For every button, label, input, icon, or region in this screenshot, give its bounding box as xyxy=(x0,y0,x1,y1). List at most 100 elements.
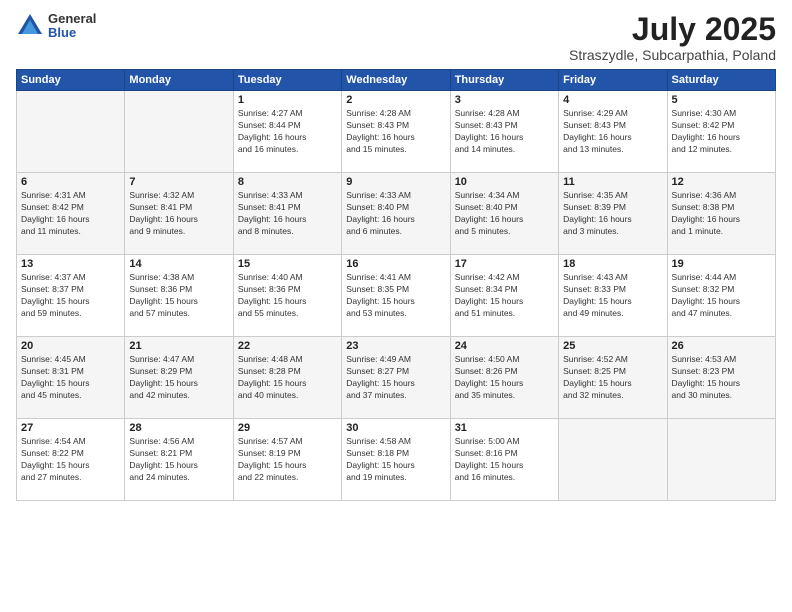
calendar-week-row: 13Sunrise: 4:37 AM Sunset: 8:37 PM Dayli… xyxy=(17,255,776,337)
table-row: 9Sunrise: 4:33 AM Sunset: 8:40 PM Daylig… xyxy=(342,173,450,255)
location-subtitle: Straszydle, Subcarpathia, Poland xyxy=(569,47,776,63)
day-number: 1 xyxy=(238,94,337,106)
table-row xyxy=(559,419,667,501)
day-number: 9 xyxy=(346,176,445,188)
day-number: 4 xyxy=(563,94,662,106)
table-row: 11Sunrise: 4:35 AM Sunset: 8:39 PM Dayli… xyxy=(559,173,667,255)
header-tuesday: Tuesday xyxy=(233,70,341,91)
day-info: Sunrise: 4:37 AM Sunset: 8:37 PM Dayligh… xyxy=(21,272,120,320)
table-row: 14 Sunrise: 4:38 AM Sunset: 8:36 PM Dayli… xyxy=(125,255,233,337)
header: General Blue July 2025 Straszydle, Subca… xyxy=(16,12,776,63)
month-title: July 2025 xyxy=(569,12,776,47)
calendar-week-row: 20Sunrise: 4:45 AM Sunset: 8:31 PM Dayli… xyxy=(17,337,776,419)
calendar-week-row: 1Sunrise: 4:27 AM Sunset: 8:44 PM Daylig… xyxy=(17,91,776,173)
day-number: 8 xyxy=(238,176,337,188)
table-row: 4 Sunrise: 4:29 AM Sunset: 8:43 PM Daylig… xyxy=(559,91,667,173)
page: General Blue July 2025 Straszydle, Subca… xyxy=(0,0,792,612)
day-number: 29 xyxy=(238,422,337,434)
table-row: 31 Sunrise: 5:00 AM Sunset: 8:16 PM Dayli… xyxy=(450,419,558,501)
day-info: Sunrise: 4:44 AM Sunset: 8:32 PM Dayligh… xyxy=(672,272,771,320)
table-row: 24 Sunrise: 4:50 AM Sunset: 8:26 PM Dayli… xyxy=(450,337,558,419)
day-info: Sunrise: 4:30 AM Sunset: 8:42 PM Dayligh… xyxy=(672,108,771,156)
day-info: Sunrise: 4:50 AM Sunset: 8:26 PM Dayligh… xyxy=(455,354,554,402)
table-row: 25Sunrise: 4:52 AM Sunset: 8:25 PM Dayli… xyxy=(559,337,667,419)
table-row: 13Sunrise: 4:37 AM Sunset: 8:37 PM Dayli… xyxy=(17,255,125,337)
logo-blue: Blue xyxy=(48,26,96,40)
table-row: 16Sunrise: 4:41 AM Sunset: 8:35 PM Dayli… xyxy=(342,255,450,337)
day-info: Sunrise: 4:34 AM Sunset: 8:40 PM Dayligh… xyxy=(455,190,554,238)
table-row: 29 Sunrise: 4:57 AM Sunset: 8:19 PM Dayli… xyxy=(233,419,341,501)
day-info: Sunrise: 4:53 AM Sunset: 8:23 PM Dayligh… xyxy=(672,354,771,402)
table-row: 30 Sunrise: 4:58 AM Sunset: 8:18 PM Dayli… xyxy=(342,419,450,501)
logo-icon xyxy=(16,12,44,40)
header-monday: Monday xyxy=(125,70,233,91)
table-row xyxy=(125,91,233,173)
day-info: Sunrise: 4:42 AM Sunset: 8:34 PM Dayligh… xyxy=(455,272,554,320)
day-info: Sunrise: 4:40 AM Sunset: 8:36 PM Dayligh… xyxy=(238,272,337,320)
table-row: 12 Sunrise: 4:36 AM Sunset: 8:38 PM Dayli… xyxy=(667,173,775,255)
day-info: Sunrise: 4:28 AM Sunset: 8:43 PM Dayligh… xyxy=(346,108,445,156)
day-number: 21 xyxy=(129,340,228,352)
day-number: 23 xyxy=(346,340,445,352)
table-row: 3 Sunrise: 4:28 AM Sunset: 8:43 PM Daylig… xyxy=(450,91,558,173)
day-number: 3 xyxy=(455,94,554,106)
day-number: 24 xyxy=(455,340,554,352)
day-info: Sunrise: 4:58 AM Sunset: 8:18 PM Dayligh… xyxy=(346,436,445,484)
day-info: Sunrise: 4:57 AM Sunset: 8:19 PM Dayligh… xyxy=(238,436,337,484)
table-row: 18 Sunrise: 4:43 AM Sunset: 8:33 PM Dayli… xyxy=(559,255,667,337)
day-number: 26 xyxy=(672,340,771,352)
title-section: July 2025 Straszydle, Subcarpathia, Pola… xyxy=(569,12,776,63)
calendar-week-row: 27 Sunrise: 4:54 AM Sunset: 8:22 PM Dayli… xyxy=(17,419,776,501)
table-row: 2 Sunrise: 4:28 AM Sunset: 8:43 PM Daylig… xyxy=(342,91,450,173)
day-info: Sunrise: 4:29 AM Sunset: 8:43 PM Dayligh… xyxy=(563,108,662,156)
day-info: Sunrise: 4:28 AM Sunset: 8:43 PM Dayligh… xyxy=(455,108,554,156)
header-friday: Friday xyxy=(559,70,667,91)
day-number: 28 xyxy=(129,422,228,434)
day-number: 15 xyxy=(238,258,337,270)
table-row: 8 Sunrise: 4:33 AM Sunset: 8:41 PM Daylig… xyxy=(233,173,341,255)
header-sunday: Sunday xyxy=(17,70,125,91)
table-row: 22Sunrise: 4:48 AM Sunset: 8:28 PM Dayli… xyxy=(233,337,341,419)
day-number: 19 xyxy=(672,258,771,270)
table-row: 6 Sunrise: 4:31 AM Sunset: 8:42 PM Daylig… xyxy=(17,173,125,255)
logo: General Blue xyxy=(16,12,96,41)
day-info: Sunrise: 5:00 AM Sunset: 8:16 PM Dayligh… xyxy=(455,436,554,484)
table-row: 20Sunrise: 4:45 AM Sunset: 8:31 PM Dayli… xyxy=(17,337,125,419)
day-info: Sunrise: 4:49 AM Sunset: 8:27 PM Dayligh… xyxy=(346,354,445,402)
day-number: 14 xyxy=(129,258,228,270)
day-number: 6 xyxy=(21,176,120,188)
table-row: 17 Sunrise: 4:42 AM Sunset: 8:34 PM Dayli… xyxy=(450,255,558,337)
table-row: 27 Sunrise: 4:54 AM Sunset: 8:22 PM Dayli… xyxy=(17,419,125,501)
day-number: 30 xyxy=(346,422,445,434)
day-number: 31 xyxy=(455,422,554,434)
table-row: 7Sunrise: 4:32 AM Sunset: 8:41 PM Daylig… xyxy=(125,173,233,255)
day-number: 12 xyxy=(672,176,771,188)
day-info: Sunrise: 4:33 AM Sunset: 8:41 PM Dayligh… xyxy=(238,190,337,238)
day-info: Sunrise: 4:54 AM Sunset: 8:22 PM Dayligh… xyxy=(21,436,120,484)
day-number: 17 xyxy=(455,258,554,270)
table-row: 26 Sunrise: 4:53 AM Sunset: 8:23 PM Dayli… xyxy=(667,337,775,419)
day-info: Sunrise: 4:31 AM Sunset: 8:42 PM Dayligh… xyxy=(21,190,120,238)
table-row: 19 Sunrise: 4:44 AM Sunset: 8:32 PM Dayli… xyxy=(667,255,775,337)
day-info: Sunrise: 4:56 AM Sunset: 8:21 PM Dayligh… xyxy=(129,436,228,484)
table-row xyxy=(17,91,125,173)
day-number: 18 xyxy=(563,258,662,270)
day-number: 2 xyxy=(346,94,445,106)
day-number: 25 xyxy=(563,340,662,352)
header-wednesday: Wednesday xyxy=(342,70,450,91)
table-row: 10Sunrise: 4:34 AM Sunset: 8:40 PM Dayli… xyxy=(450,173,558,255)
table-row: 1Sunrise: 4:27 AM Sunset: 8:44 PM Daylig… xyxy=(233,91,341,173)
header-saturday: Saturday xyxy=(667,70,775,91)
day-info: Sunrise: 4:32 AM Sunset: 8:41 PM Dayligh… xyxy=(129,190,228,238)
table-row: 21Sunrise: 4:47 AM Sunset: 8:29 PM Dayli… xyxy=(125,337,233,419)
day-number: 22 xyxy=(238,340,337,352)
day-info: Sunrise: 4:45 AM Sunset: 8:31 PM Dayligh… xyxy=(21,354,120,402)
day-info: Sunrise: 4:41 AM Sunset: 8:35 PM Dayligh… xyxy=(346,272,445,320)
calendar-table: Sunday Monday Tuesday Wednesday Thursday… xyxy=(16,69,776,501)
day-info: Sunrise: 4:43 AM Sunset: 8:33 PM Dayligh… xyxy=(563,272,662,320)
day-info: Sunrise: 4:38 AM Sunset: 8:36 PM Dayligh… xyxy=(129,272,228,320)
table-row: 15 Sunrise: 4:40 AM Sunset: 8:36 PM Dayli… xyxy=(233,255,341,337)
logo-text: General Blue xyxy=(48,12,96,41)
day-info: Sunrise: 4:36 AM Sunset: 8:38 PM Dayligh… xyxy=(672,190,771,238)
day-number: 27 xyxy=(21,422,120,434)
